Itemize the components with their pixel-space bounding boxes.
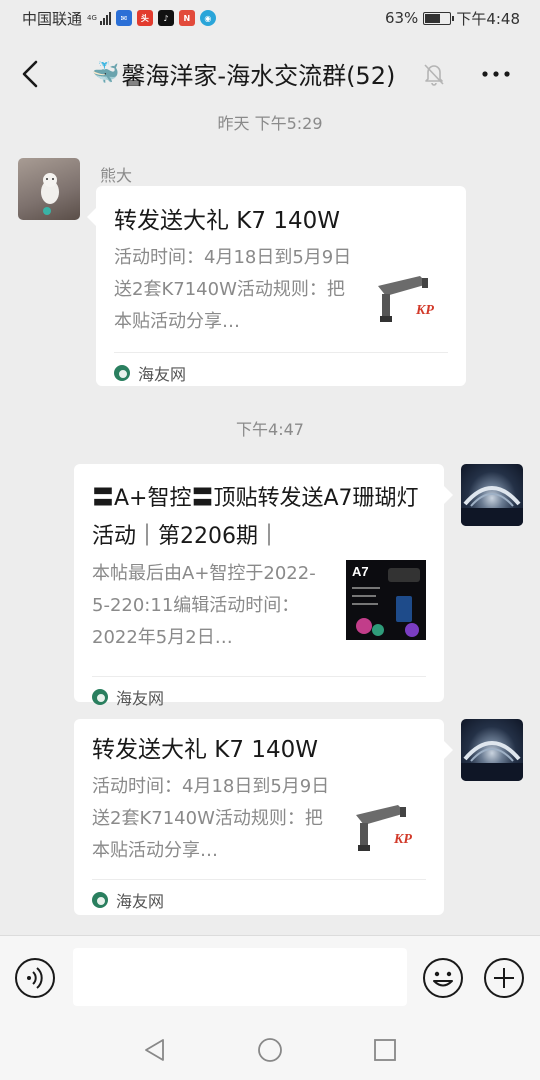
card-thumbnail: KP [346,785,426,865]
avatar[interactable] [461,719,523,781]
group-name: 馨海洋家-海水交流群(52) [121,62,396,90]
avatar-image [41,173,59,215]
input-bar [0,935,540,1018]
plus-icon[interactable] [483,957,525,999]
avatar-image [461,741,523,781]
news-app-icon: N [178,10,195,26]
nav-recents-icon[interactable] [371,1036,399,1064]
whale-emoji: 🐳 [92,61,120,86]
signal-icon [99,11,111,25]
card-footer: 海友网 [114,352,448,392]
toutiao-app-icon: 头 [136,10,153,26]
card-footer: 海友网 [92,879,426,919]
status-bar: 中国联通 4G ✉ 头 ♪ N ◉ 63% 下午4:48 [0,0,540,36]
avatar-image [461,486,523,526]
card-thumbnail: KP [368,256,448,336]
message-app-icon: ✉ [115,10,132,26]
source-name: 海友网 [138,364,187,384]
nav-back-icon[interactable] [141,1036,169,1064]
status-right: 63% 下午4:48 [385,8,520,29]
avatar[interactable] [18,158,80,220]
timestamp-divider: 昨天 下午5:29 [217,114,323,133]
sender-name: 熊大 [100,166,133,185]
source-logo-icon [92,891,108,908]
avatar[interactable] [461,464,523,526]
chat-app-icon: ◉ [199,10,216,26]
nav-home-icon[interactable] [256,1036,284,1064]
chat-header: 🐳 馨海洋家-海水交流群(52) [0,36,540,112]
voice-input-icon[interactable] [14,957,56,999]
source-logo-icon [92,688,108,705]
thumb-label: KP [415,303,434,318]
status-left: 中国联通 4G ✉ 头 ♪ N ◉ [22,8,216,29]
battery-icon [423,11,455,25]
timestamp-divider: 下午4:47 [236,420,304,439]
chat-title: 🐳 馨海洋家-海水交流群(52) [92,56,395,91]
card-title: 转发送大礼 K7 140W [92,737,318,763]
thumb-label: A7 [352,564,369,579]
card-description: 活动时间：4月18日到5月9日送2套K7140W活动规则：把本贴活动分享… [92,776,330,861]
back-icon[interactable] [14,56,50,92]
link-card[interactable]: 〓A+智控〓顶贴转发送A7珊瑚灯活动｜第2206期｜ 本帖最后由A+智控于202… [74,464,453,708]
message-input[interactable] [73,948,407,1006]
thumb-label: KP [393,832,412,847]
card-thumbnail: A7 [346,560,426,640]
card-body: 活动时间：4月18日到5月9日送2套K7140W活动规则：把本贴活动分享… KP [92,771,426,867]
tiktok-app-icon: ♪ [157,10,174,26]
card-body: 本帖最后由A+智控于2022-5-220:11编辑活动时间：2022年5月2日…… [92,558,426,654]
more-options-icon[interactable] [478,60,514,88]
link-card[interactable]: 转发送大礼 K7 140W 活动时间：4月18日到5月9日送2套K7140W活动… [87,186,466,386]
carrier-label: 中国联通 [22,9,83,28]
link-card[interactable]: 转发送大礼 K7 140W 活动时间：4月18日到5月9日送2套K7140W活动… [74,719,453,915]
clock: 下午4:48 [456,9,520,28]
battery-percent: 63% [384,9,419,27]
card-description: 活动时间：4月18日到5月9日送2套K7140W活动规则：把本贴活动分享… [114,247,352,332]
source-name: 海友网 [116,688,165,708]
mute-bell-icon [424,64,444,86]
system-nav-bar [0,1018,540,1080]
card-footer: 海友网 [92,676,426,716]
card-title: 〓A+智控〓顶贴转发送A7珊瑚灯活动｜第2206期｜ [92,486,419,549]
emoji-icon[interactable] [422,957,464,999]
card-title: 转发送大礼 K7 140W [114,208,340,234]
card-body: 活动时间：4月18日到5月9日送2套K7140W活动规则：把本贴活动分享… KP [114,242,448,338]
source-logo-icon [114,364,130,381]
card-description: 本帖最后由A+智控于2022-5-220:11编辑活动时间：2022年5月2日… [92,563,316,648]
network-type: 4G [87,14,97,22]
source-name: 海友网 [116,891,165,911]
